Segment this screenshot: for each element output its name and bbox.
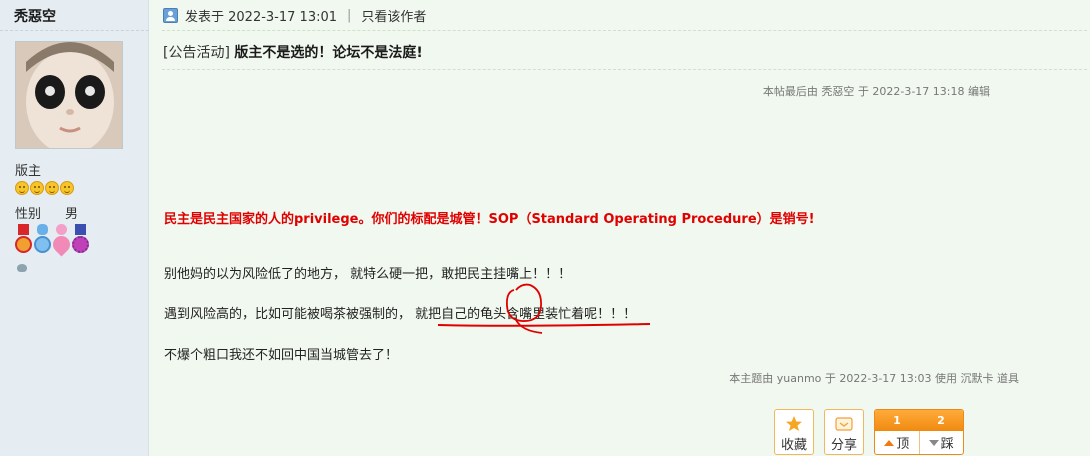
vote-widget: 1 2 顶 踩 (874, 409, 964, 455)
emphasis-line: 民主是民主国家的人的privilege。你们的标配是城管！SOP（Standar… (164, 212, 815, 227)
only-author-link[interactable]: 只看该作者 (361, 6, 426, 25)
favorite-button[interactable]: 收藏 (774, 409, 814, 455)
bow-medal-icon[interactable] (34, 224, 51, 255)
favorite-icon (786, 416, 802, 431)
post-paragraph-2: 遇到风险高的，比如可能被喝茶被强制的， 就把自己的龟头含嘴里装忙着呢！！！ (164, 307, 637, 322)
upvote-count: 1 (893, 414, 901, 427)
downvote-label: 踩 (940, 437, 954, 452)
author-role: 版主 (15, 164, 42, 179)
edited-note: 本帖最后由 秃惡空 于 2022-3-17 13:18 编辑 (762, 85, 990, 98)
post-title: [公告活动] 版主不是选的！论坛不是法庭! (163, 42, 423, 62)
user-icon (163, 7, 178, 23)
share-icon (835, 417, 853, 431)
downvote-button[interactable]: 踩 (920, 431, 964, 454)
downvote-count: 2 (937, 414, 945, 427)
title-divider (162, 69, 1087, 70)
share-button[interactable]: 分享 (824, 409, 864, 455)
star-icon (30, 181, 44, 195)
vote-counts: 1 2 (875, 410, 963, 431)
heart-medal-icon[interactable] (49, 224, 74, 257)
post-paragraph-1: 别他妈的以为风险低了的地方， 就特么硬一把，敢把民主挂嘴上！！！ (164, 267, 572, 282)
star-icon (60, 181, 74, 195)
medal-list (15, 224, 89, 257)
upvote-label: 顶 (896, 437, 910, 452)
flower-medal-icon[interactable] (72, 224, 89, 255)
post-date: 发表于 2022-3-17 13:01 (185, 9, 338, 25)
author-sidebar: 秃惡空 版主 性别 男 (0, 0, 149, 456)
rank-stars (15, 181, 74, 195)
thumb-up-arrow-icon (884, 439, 895, 446)
avatar[interactable] (15, 41, 123, 149)
star-icon (45, 181, 59, 195)
moderation-note: 本主题由 yuanmo 于 2022-3-17 13:03 使用 沉默卡 道具 (729, 372, 1019, 385)
favorite-label: 收藏 (780, 438, 807, 453)
header-separator: | (347, 7, 352, 23)
share-label: 分享 (830, 438, 857, 453)
star-icon (15, 181, 29, 195)
medal-icon[interactable] (15, 224, 32, 255)
online-status-icon (17, 264, 27, 272)
post-header: 发表于 2022-3-17 13:01 | 只看该作者 (163, 5, 426, 25)
post-title-text: 版主不是选的！论坛不是法庭! (234, 45, 423, 61)
gender-label: 性别 (15, 207, 42, 222)
post-paragraph-3: 不爆个粗口我还不如回中国当城管去了！ (164, 348, 399, 363)
gender-value: 男 (65, 207, 79, 222)
upvote-button[interactable]: 顶 (875, 431, 920, 454)
author-name[interactable]: 秃惡空 (14, 6, 56, 26)
sidebar-divider (0, 30, 149, 31)
thumb-down-arrow-icon (928, 439, 939, 446)
header-divider (162, 30, 1087, 31)
post-content: 发表于 2022-3-17 13:01 | 只看该作者 [公告活动] 版主不是选… (150, 0, 1090, 456)
gender-row: 性别 男 (15, 203, 78, 222)
post-category-link[interactable]: [公告活动] (163, 45, 230, 61)
